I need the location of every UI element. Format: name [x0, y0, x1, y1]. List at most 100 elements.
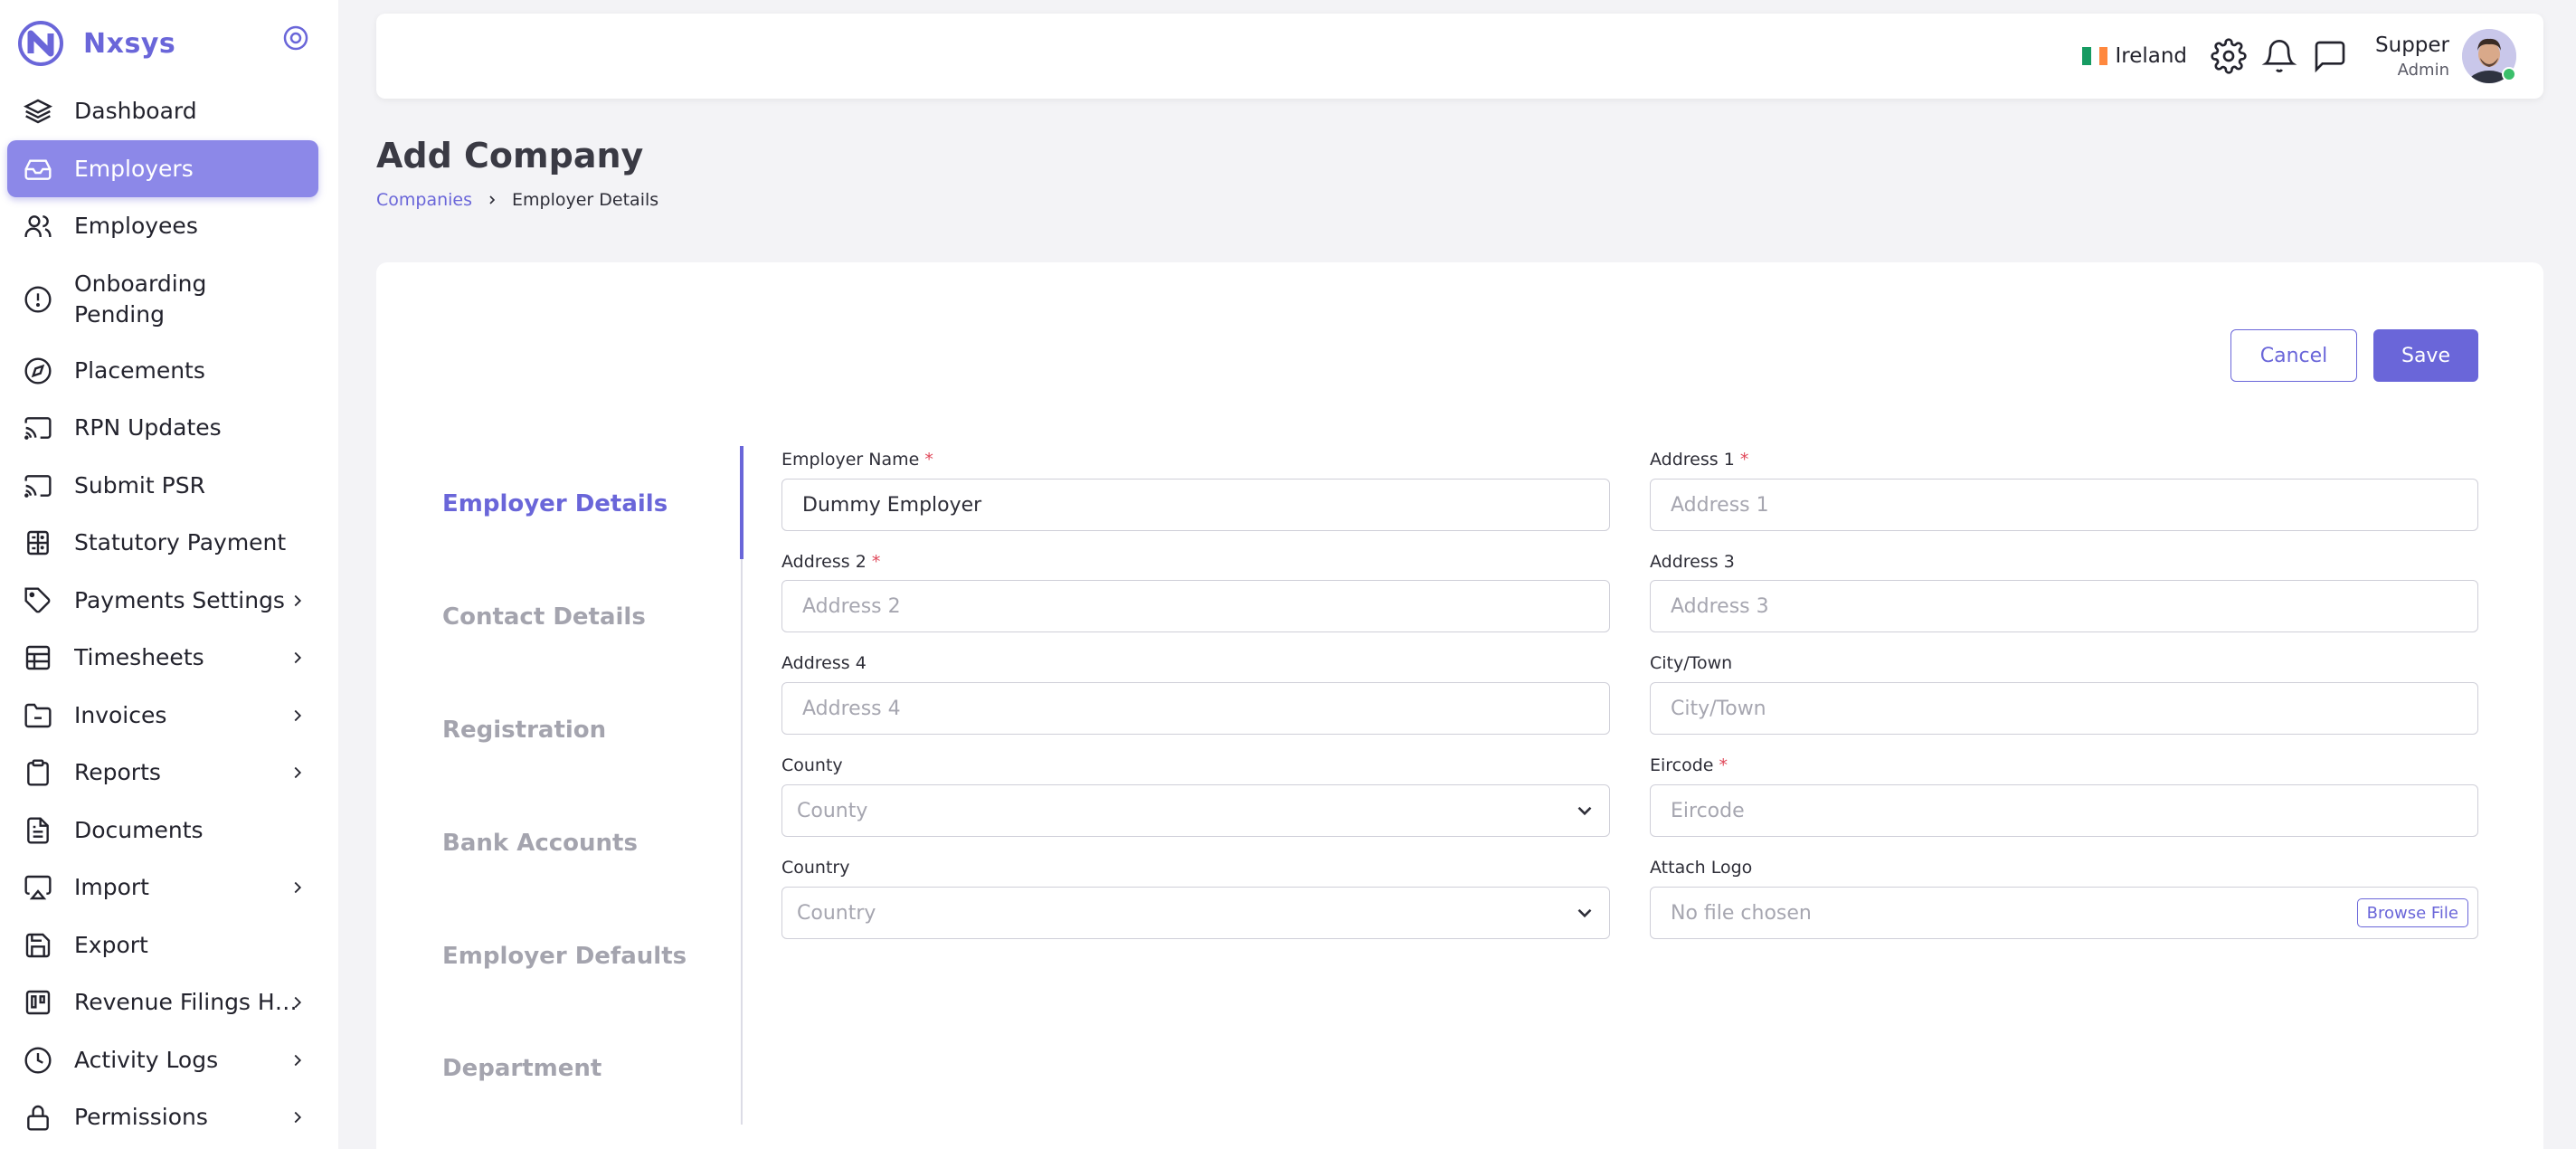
sidebar: Nxsys Dashboard Employers Employees Onbo…	[0, 0, 338, 1149]
sidebar-item-dashboard[interactable]: Dashboard	[7, 82, 318, 139]
sidebar-item-employers[interactable]: Employers	[7, 140, 318, 197]
city-field[interactable]: City/Town	[1650, 682, 2478, 735]
clipboard-icon	[27, 758, 49, 786]
users-icon	[24, 214, 52, 237]
sidebar-item-label: Reports	[74, 759, 161, 785]
sidebar-item-onboarding-pending[interactable]: Onboarding Pending	[7, 259, 318, 340]
address4-label: Address 4	[781, 653, 867, 673]
topbar: Ireland Supper Admin	[376, 14, 2543, 99]
country-select[interactable]: Country	[781, 887, 1610, 939]
gear-icon[interactable]	[2211, 38, 2247, 74]
compass-icon	[24, 356, 52, 385]
topbar-actions: Ireland Supper Admin	[2082, 14, 2516, 99]
sidebar-item-label: Export	[74, 932, 148, 958]
step-rail-active	[740, 446, 743, 559]
lock-icon	[27, 1105, 49, 1131]
country-select-value: Country	[797, 901, 876, 925]
monitor-icon	[24, 875, 52, 899]
user-info[interactable]: Supper Admin	[2375, 33, 2449, 80]
step-bank-accounts[interactable]: Bank Accounts	[442, 830, 638, 857]
sidebar-item-label: Dashboard	[74, 98, 197, 124]
sidebar-item-reports[interactable]: Reports	[7, 744, 318, 801]
country-label: Country	[781, 858, 850, 878]
sidebar-item-label: Activity Logs	[74, 1047, 219, 1073]
user-role: Admin	[2397, 60, 2449, 80]
address1-field[interactable]: Address 1	[1650, 479, 2478, 531]
table-icon	[25, 645, 51, 669]
county-select[interactable]: County	[781, 784, 1610, 837]
avatar[interactable]	[2462, 29, 2516, 83]
sidebar-item-revenue-filings-history[interactable]: Revenue Filings His...	[7, 973, 318, 1030]
save-button[interactable]: Save	[2373, 329, 2478, 382]
sidebar-item-label: Submit PSR	[74, 472, 205, 499]
sidebar-item-label: Revenue Filings His...	[74, 989, 300, 1015]
address3-label: Address 3	[1650, 552, 1735, 572]
sidebar-item-export[interactable]: Export	[7, 916, 318, 973]
sidebar-item-label: Permissions	[74, 1104, 208, 1130]
employer-name-label: Employer Name *	[781, 450, 933, 470]
county-label: County	[781, 755, 843, 775]
cast-icon	[24, 416, 52, 440]
cancel-button[interactable]: Cancel	[2230, 329, 2357, 382]
breadcrumb-current: Employer Details	[512, 190, 659, 210]
sidebar-item-label: Employees	[74, 213, 198, 239]
sidebar-item-activity-logs[interactable]: Activity Logs	[7, 1031, 318, 1088]
user-name: Supper	[2375, 33, 2449, 57]
layers-icon	[24, 99, 52, 123]
sidebar-item-statutory-payment[interactable]: Statutory Payment	[7, 514, 318, 571]
attach-logo-label: Attach Logo	[1650, 858, 1753, 878]
sidebar-item-label: Timesheets	[74, 644, 204, 670]
sidebar-toggle-icon[interactable]	[282, 24, 309, 52]
country-selector[interactable]: Ireland	[2115, 44, 2187, 68]
message-icon[interactable]	[2312, 38, 2348, 74]
brand-name: Nxsys	[83, 27, 176, 60]
breadcrumb-link-companies[interactable]: Companies	[376, 190, 472, 210]
attach-logo-field[interactable]: No file chosen Browse File	[1650, 887, 2478, 939]
chevron-right-icon	[294, 709, 302, 721]
folder-minus-icon	[24, 703, 52, 727]
sidebar-item-label: Onboarding Pending	[74, 271, 207, 328]
eircode-field[interactable]: Eircode	[1650, 784, 2478, 837]
address3-field[interactable]: Address 3	[1650, 580, 2478, 632]
sidebar-item-import[interactable]: Import	[7, 859, 318, 916]
tag-icon	[24, 586, 51, 612]
form-card: Cancel Save Employer Details Contact Det…	[376, 262, 2543, 1149]
chevron-right-icon	[294, 1054, 302, 1066]
browse-file-button[interactable]: Browse File	[2356, 898, 2468, 927]
chevron-right-icon	[294, 766, 302, 778]
chevron-right-icon	[294, 651, 302, 663]
step-registration[interactable]: Registration	[442, 717, 606, 744]
save-icon	[25, 933, 51, 957]
alert-circle-icon	[24, 286, 52, 313]
address4-field[interactable]: Address 4	[781, 682, 1610, 735]
address2-field[interactable]: Address 2	[781, 580, 1610, 632]
sidebar-item-timesheets[interactable]: Timesheets	[7, 629, 318, 686]
sidebar-item-documents[interactable]: Documents	[7, 802, 318, 859]
sidebar-item-payments-settings[interactable]: Payments Settings	[7, 572, 318, 629]
sidebar-item-placements[interactable]: Placements	[7, 342, 318, 399]
clock-icon	[24, 1046, 52, 1074]
sidebar-item-submit-psr[interactable]: Submit PSR	[7, 457, 318, 514]
step-employer-details[interactable]: Employer Details	[442, 490, 668, 518]
sidebar-item-permissions[interactable]: Permissions	[7, 1088, 318, 1145]
sidebar-item-employees[interactable]: Employees	[7, 197, 318, 254]
sidebar-item-invoices[interactable]: Invoices	[7, 687, 318, 744]
brand[interactable]: Nxsys	[16, 18, 175, 69]
step-employer-defaults[interactable]: Employer Defaults	[442, 943, 687, 970]
employer-name-field[interactable]: Dummy Employer	[781, 479, 1610, 531]
sidebar-item-label: Employers	[74, 156, 194, 182]
sidebar-item-rpn-updates[interactable]: RPN Updates	[7, 399, 318, 456]
chevron-right-icon	[294, 881, 302, 893]
trello-icon	[25, 990, 51, 1014]
sidebar-item-label: Payments Settings	[74, 587, 285, 613]
online-status-dot	[2502, 67, 2516, 81]
step-contact-details[interactable]: Contact Details	[442, 603, 646, 631]
bell-icon[interactable]	[2261, 38, 2297, 74]
step-department[interactable]: Department	[442, 1055, 601, 1082]
chevron-down-icon	[1577, 908, 1592, 918]
step-nav: Employer Details Contact Details Registr…	[376, 446, 743, 1125]
ireland-flag-icon[interactable]	[2082, 47, 2108, 65]
address2-label: Address 2 *	[781, 552, 881, 572]
chevron-right-icon	[489, 195, 496, 204]
page-title: Add Company	[376, 136, 644, 176]
